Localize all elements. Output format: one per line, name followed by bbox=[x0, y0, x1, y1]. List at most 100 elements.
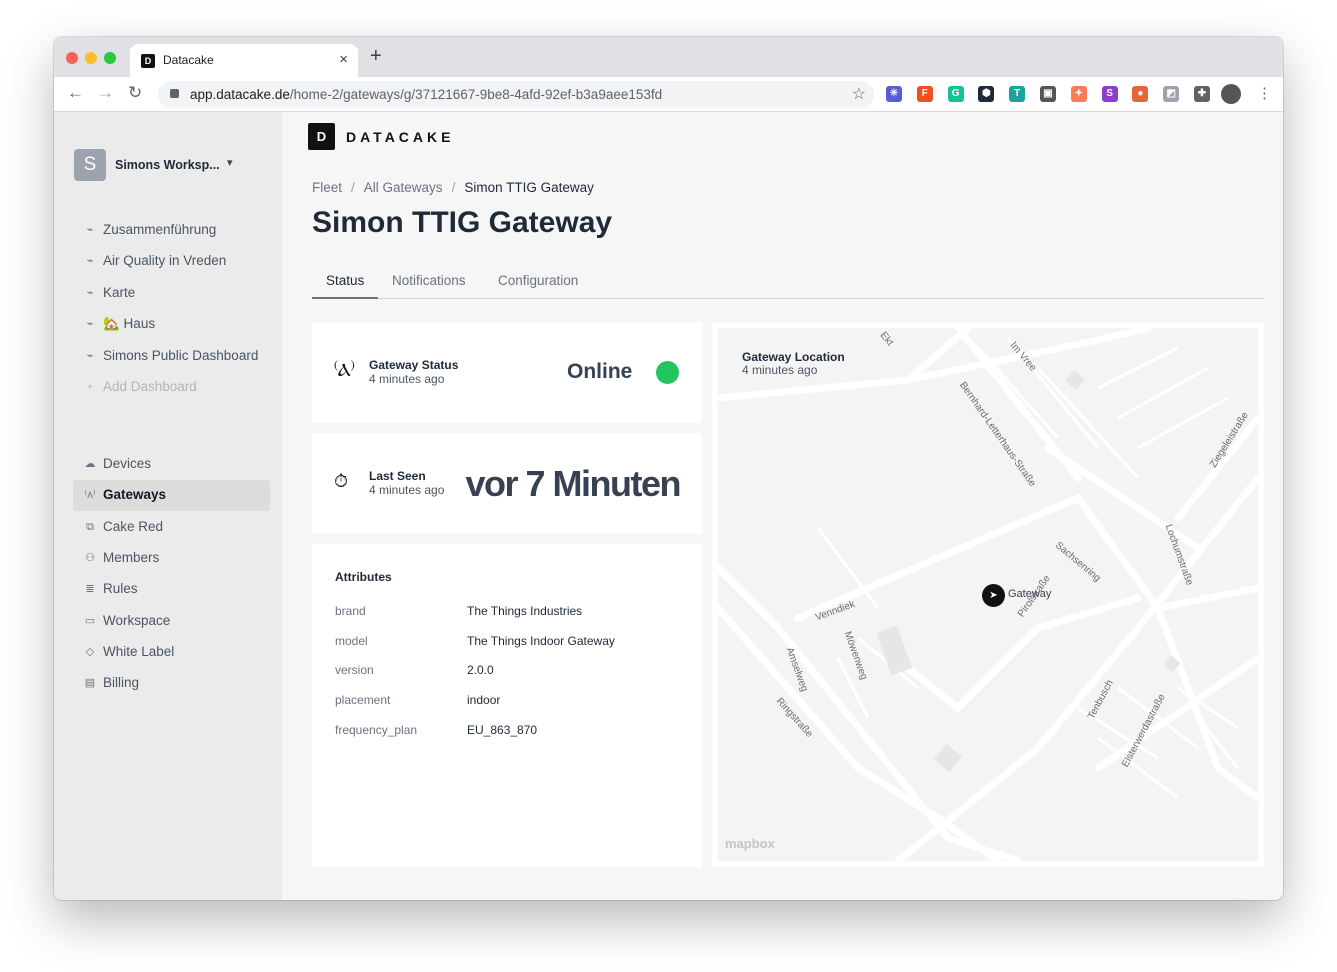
attribute-value: EU_863_870 bbox=[467, 722, 538, 737]
url-text: app.datacake.de/home-2/gateways/g/371216… bbox=[190, 87, 663, 102]
mapbox-logo[interactable]: mapbox bbox=[725, 836, 775, 851]
new-tab-button[interactable]: + bbox=[370, 45, 382, 68]
brand-name: DATACAKE bbox=[346, 129, 455, 145]
forward-icon[interactable]: → bbox=[97, 83, 114, 103]
dark-extension-icon[interactable]: ▣ bbox=[1040, 86, 1056, 102]
sidebar-item-devices-label: Devices bbox=[103, 456, 152, 471]
sidebar-item-gateways[interactable]: ⁽ᴧ⁾ Gateways bbox=[73, 480, 270, 512]
map-subtitle: 4 minutes ago bbox=[742, 363, 818, 377]
last-seen-card: ⏱ Last Seen 4 minutes ago vor 7 Minuten bbox=[312, 433, 702, 534]
profile-avatar[interactable] bbox=[1221, 84, 1241, 104]
chart-icon: ⌁ bbox=[86, 224, 94, 236]
sidebar-item-billing[interactable]: ▤ Billing bbox=[73, 668, 270, 699]
sidebar: S Simons Worksp... ▾ ⌁ Zusammenführung ⌁ Ai… bbox=[54, 112, 282, 900]
snowflake-icon[interactable]: ✳ bbox=[886, 86, 902, 102]
sidebar-item-devices[interactable]: ☁ Devices bbox=[73, 449, 270, 480]
antenna-icon: ⁽Ⲁ⁾ bbox=[334, 360, 355, 380]
rules-icon: ≣ bbox=[85, 583, 95, 596]
sidebar-item-zusammenfuehrung[interactable]: ⌁ Zusammenführung bbox=[73, 215, 270, 246]
attribute-row: placement indoor bbox=[335, 693, 685, 713]
hubspot-icon[interactable]: ✦ bbox=[1070, 86, 1087, 102]
sidebar-item-cake-red[interactable]: ⧉ Cake Red bbox=[73, 512, 270, 543]
chrome-menu-icon[interactable]: ⋮ bbox=[1257, 84, 1272, 102]
chart-icon: ⌁ bbox=[86, 255, 94, 268]
close-window-button[interactable] bbox=[66, 52, 78, 64]
attribute-key: brand bbox=[335, 604, 366, 618]
breadcrumb-separator: / bbox=[451, 180, 456, 195]
attribute-key: placement bbox=[335, 693, 391, 708]
page-tabs: Status Notifications Configuration bbox=[312, 264, 1264, 299]
attribute-row: version 2.0.0 bbox=[335, 663, 685, 683]
gateway-location-marker-icon[interactable]: ➤ bbox=[982, 584, 1005, 607]
app-content: S Simons Worksp... ▾ ⌁ Zusammenführung ⌁ Ai… bbox=[54, 112, 1283, 900]
last-seen-time: 4 minutes ago bbox=[369, 483, 445, 497]
sidebar-item-members[interactable]: ⚇ Members bbox=[73, 543, 270, 574]
tab-configuration[interactable]: Configuration bbox=[498, 273, 578, 288]
gateway-status-label: Gateway Status bbox=[369, 358, 459, 372]
breadcrumb-fleet[interactable]: Fleet bbox=[312, 180, 342, 195]
cloud-icon: ☁ bbox=[84, 458, 96, 470]
map[interactable]: Ekt Im Vree Bernhard-Letterhaus-Straße Zieg… bbox=[718, 328, 1258, 861]
tab-status[interactable]: Status bbox=[326, 273, 364, 288]
attribute-row: frequency_plan EU_863_870 bbox=[335, 723, 685, 743]
attribute-row: model The Things Indoor Gateway bbox=[335, 634, 685, 654]
address-bar[interactable]: app.datacake.de/home-2/gateways/g/371216… bbox=[158, 81, 874, 108]
breadcrumb-current: Simon TTIG Gateway bbox=[464, 180, 594, 195]
gateway-status-time: 4 minutes ago bbox=[369, 372, 445, 386]
sidebar-item-rules[interactable]: ≣ Rules bbox=[73, 574, 270, 605]
plus-icon: + bbox=[86, 381, 94, 393]
add-dashboard-button[interactable]: + Add Dashboard bbox=[73, 372, 270, 403]
t-extension-icon[interactable]: T bbox=[1009, 86, 1026, 102]
last-seen-value: vor 7 Minuten bbox=[465, 463, 681, 504]
tab-close-icon[interactable]: × bbox=[339, 51, 348, 68]
users-icon: ⚇ bbox=[85, 551, 95, 564]
sidebar-item-rules-label: Rules bbox=[103, 581, 138, 597]
reload-icon[interactable]: ↻ bbox=[128, 83, 142, 103]
gateway-status-value: Online bbox=[567, 360, 633, 383]
antenna-icon: ⁽ᴧ⁾ bbox=[84, 489, 96, 502]
attributes-title: Attributes bbox=[335, 570, 392, 584]
gateway-location-card: Ekt Im Vree Bernhard-Letterhaus-Straße Zieg… bbox=[712, 322, 1264, 867]
flow-icon: ⧉ bbox=[86, 520, 94, 533]
sidebar-item-zusammenfuehrung-label: Zusammenführung bbox=[103, 222, 217, 237]
attribute-value: 2.0.0 bbox=[467, 663, 494, 678]
chart-icon: ⌁ bbox=[86, 349, 94, 362]
tab-title: Datacake bbox=[163, 53, 214, 67]
sidebar-item-air-quality-label: Air Quality in Vreden bbox=[103, 253, 227, 269]
sidebar-item-haus-label: 🏡 Haus bbox=[103, 316, 156, 332]
attribute-row: brand The Things Industries bbox=[335, 604, 685, 624]
map-title: Gateway Location bbox=[742, 350, 845, 364]
grammarly-icon[interactable]: G bbox=[947, 86, 964, 102]
datacake-favicon-icon: D bbox=[141, 54, 155, 68]
tab-notifications[interactable]: Notifications bbox=[392, 273, 466, 288]
billing-icon: ▤ bbox=[84, 677, 96, 690]
stopwatch-icon: ⏱ bbox=[334, 471, 349, 491]
sidebar-item-workspace[interactable]: ▭ Workspace bbox=[73, 606, 270, 637]
sidebar-item-billing-label: Billing bbox=[103, 675, 140, 691]
chart-icon: ⌁ bbox=[86, 318, 94, 331]
breadcrumb-all-gateways[interactable]: All Gateways bbox=[364, 180, 443, 195]
sidebar-item-white-label[interactable]: ◇ White Label bbox=[73, 637, 270, 668]
pill-extension-icon[interactable]: ● bbox=[1132, 86, 1149, 102]
figma-icon[interactable]: F bbox=[916, 86, 933, 102]
puzzle-icon[interactable]: ✚ bbox=[1194, 86, 1210, 102]
bookmark-star-icon[interactable]: ☆ bbox=[852, 84, 866, 104]
sidebar-item-haus[interactable]: ⌁ 🏡 Haus bbox=[73, 309, 270, 340]
maximize-window-button[interactable] bbox=[104, 52, 116, 64]
gray-extension-icon[interactable]: ◩ bbox=[1163, 86, 1180, 102]
s-extension-icon[interactable]: S bbox=[1101, 86, 1118, 102]
attribute-value: The Things Indoor Gateway bbox=[467, 633, 615, 648]
minimize-window-button[interactable] bbox=[85, 52, 97, 64]
browser-tab[interactable]: D Datacake × bbox=[130, 44, 358, 77]
sidebar-item-karte[interactable]: ⌁ Karte bbox=[73, 278, 270, 309]
chevron-down-icon: ▾ bbox=[227, 157, 233, 169]
back-icon[interactable]: ← bbox=[67, 83, 84, 103]
gateway-status-card: ⁽Ⲁ⁾ Gateway Status 4 minutes ago Online bbox=[312, 322, 702, 423]
sidebar-item-gateways-label: Gateways bbox=[103, 487, 167, 503]
browser-tab-bar: D Datacake × + bbox=[54, 37, 1283, 77]
hexagon-icon[interactable]: ⬢ bbox=[978, 86, 995, 102]
gateway-marker-label: Gateway bbox=[1008, 588, 1052, 600]
lock-icon bbox=[170, 89, 179, 98]
sidebar-item-air-quality[interactable]: ⌁ Air Quality in Vreden bbox=[73, 246, 270, 277]
sidebar-item-public-dashboard[interactable]: ⌁ Simons Public Dashboard bbox=[73, 341, 270, 372]
